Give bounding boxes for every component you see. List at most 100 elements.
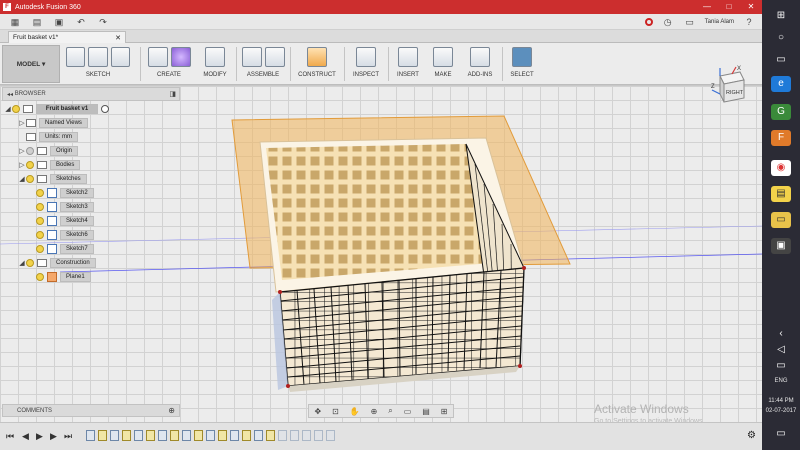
- timeline-feature-suppressed[interactable]: [326, 430, 335, 441]
- timeline-features[interactable]: [86, 430, 335, 441]
- insert-group[interactable]: INSERT: [392, 45, 424, 83]
- 3d-print-icon[interactable]: [433, 47, 453, 67]
- tree-item-sketch[interactable]: Sketch4: [4, 214, 180, 228]
- action-center-icon[interactable]: ▭: [771, 426, 791, 442]
- visibility-bulb-icon[interactable]: [36, 203, 44, 211]
- visibility-bulb-icon[interactable]: [26, 175, 34, 183]
- timeline-feature-suppressed[interactable]: [314, 430, 323, 441]
- go-to-end-icon[interactable]: ⏭: [64, 431, 72, 442]
- timeline-feature[interactable]: [158, 430, 167, 441]
- undo-icon[interactable]: ↶: [74, 16, 88, 28]
- tree-item-units[interactable]: Units: mm: [4, 130, 180, 144]
- viewports-icon[interactable]: ⊞: [441, 407, 448, 416]
- play-icon[interactable]: ▶: [36, 431, 43, 442]
- assemble-group[interactable]: ASSEMBLE: [240, 45, 286, 83]
- construct-group[interactable]: CONSTRUCT: [294, 45, 340, 83]
- select-cursor-icon[interactable]: [512, 47, 532, 67]
- task-view-icon[interactable]: ▭: [771, 52, 791, 68]
- redo-icon[interactable]: ↷: [96, 16, 110, 28]
- timeline-feature[interactable]: [110, 430, 119, 441]
- windows-start-icon[interactable]: ⊞: [771, 8, 791, 24]
- document-tab[interactable]: Fruit basket v1* ✕: [8, 31, 126, 43]
- grid-settings-icon[interactable]: ▤: [422, 407, 430, 416]
- scripts-icon[interactable]: [470, 47, 490, 67]
- timeline-feature[interactable]: [254, 430, 263, 441]
- sticky-notes-icon[interactable]: ▤: [771, 186, 791, 202]
- visibility-bulb-icon[interactable]: [26, 161, 34, 169]
- chrome-icon[interactable]: ◉: [771, 160, 791, 176]
- visibility-bulb-icon[interactable]: [12, 105, 20, 113]
- display-settings-icon[interactable]: ▭: [404, 407, 412, 416]
- tree-root-label[interactable]: Fruit basket v1: [36, 104, 98, 114]
- tree-item-sketch[interactable]: Sketch7: [4, 242, 180, 256]
- fit-icon[interactable]: ⌕: [388, 406, 392, 416]
- timeline-feature[interactable]: [206, 430, 215, 441]
- clock-date[interactable]: 02-07-2017: [762, 408, 800, 414]
- timeline-feature-suppressed[interactable]: [302, 430, 311, 441]
- tree-item-origin[interactable]: ▷ Origin: [4, 144, 180, 158]
- visibility-bulb-icon[interactable]: [36, 273, 44, 281]
- chat-icon[interactable]: ▭: [683, 16, 697, 28]
- expand-arrow-icon[interactable]: ▷: [18, 119, 26, 127]
- timeline-feature[interactable]: [86, 430, 95, 441]
- tree-item-sketch[interactable]: Sketch6: [4, 228, 180, 242]
- user-account-menu[interactable]: Tania Alam: [705, 19, 734, 25]
- browser-pin-icon[interactable]: ◨: [169, 90, 176, 98]
- timeline-feature[interactable]: [122, 430, 131, 441]
- visibility-bulb-icon[interactable]: [26, 259, 34, 267]
- tree-item-sketches[interactable]: ◢ Sketches: [4, 172, 180, 186]
- step-forward-icon[interactable]: ▶: [50, 431, 57, 442]
- extrude-icon[interactable]: [147, 47, 168, 67]
- timeline-feature[interactable]: [218, 430, 227, 441]
- comments-panel[interactable]: COMMENTS ⊕: [2, 404, 180, 417]
- maximize-button[interactable]: □: [718, 0, 740, 14]
- offset-plane-icon[interactable]: [307, 47, 327, 67]
- look-at-icon[interactable]: ⊡: [332, 407, 339, 416]
- rectangle-icon[interactable]: [110, 47, 130, 67]
- workspace-switcher[interactable]: MODEL ▾: [2, 45, 60, 83]
- addins-group[interactable]: ADD-INS: [462, 45, 498, 83]
- collapse-arrow-icon[interactable]: ◢: [18, 259, 26, 267]
- timeline-feature[interactable]: [242, 430, 251, 441]
- create-group[interactable]: CREATE: [146, 45, 192, 83]
- make-group[interactable]: MAKE: [428, 45, 458, 83]
- view-cube[interactable]: Z X RIGHT: [710, 64, 750, 104]
- joint-icon[interactable]: [264, 47, 285, 67]
- fusion-taskbar-icon[interactable]: F: [771, 130, 791, 146]
- timeline-feature[interactable]: [194, 430, 203, 441]
- clock-icon[interactable]: ◷: [661, 16, 675, 28]
- timeline-feature[interactable]: [98, 430, 107, 441]
- close-tab-icon[interactable]: ✕: [115, 34, 121, 42]
- timeline-feature[interactable]: [266, 430, 275, 441]
- zoom-icon[interactable]: ⊕: [371, 407, 378, 416]
- line-icon[interactable]: [88, 47, 108, 67]
- expand-arrow-icon[interactable]: ▷: [18, 161, 26, 169]
- go-to-start-icon[interactable]: ⏮: [6, 431, 14, 442]
- app-taskbar-icon[interactable]: ▣: [771, 238, 791, 254]
- visibility-bulb-icon[interactable]: [36, 217, 44, 225]
- show-hidden-icons-icon[interactable]: ‹: [771, 326, 791, 342]
- timeline-feature[interactable]: [170, 430, 179, 441]
- timeline-feature-suppressed[interactable]: [278, 430, 287, 441]
- timeline-feature[interactable]: [230, 430, 239, 441]
- tree-item-plane[interactable]: Plane1: [4, 270, 180, 284]
- press-pull-icon[interactable]: [205, 47, 225, 67]
- create-sketch-icon[interactable]: [66, 47, 86, 67]
- new-component-icon[interactable]: [241, 47, 262, 67]
- grid-menu-icon[interactable]: ▦: [8, 16, 22, 28]
- network-icon[interactable]: ▭: [771, 358, 791, 374]
- tree-item-construction[interactable]: ◢ Construction: [4, 256, 180, 270]
- tree-item-bodies[interactable]: ▷ Bodies: [4, 158, 180, 172]
- pan-icon[interactable]: ✋: [350, 407, 360, 416]
- browser-panel-header[interactable]: ◂◂ BROWSER ◨: [2, 87, 180, 101]
- step-back-icon[interactable]: ◀: [22, 431, 29, 442]
- minimize-button[interactable]: —: [696, 0, 718, 14]
- help-icon[interactable]: ?: [742, 16, 756, 28]
- explorer-app-icon[interactable]: e: [771, 76, 791, 92]
- green-app-icon[interactable]: G: [771, 104, 791, 120]
- tree-root[interactable]: ◢ Fruit basket v1: [4, 102, 180, 116]
- collapse-arrow-icon[interactable]: ◢: [4, 105, 12, 113]
- select-group[interactable]: SELECT: [506, 45, 538, 83]
- save-icon[interactable]: ▣: [52, 16, 66, 28]
- modify-group[interactable]: MODIFY: [198, 45, 232, 83]
